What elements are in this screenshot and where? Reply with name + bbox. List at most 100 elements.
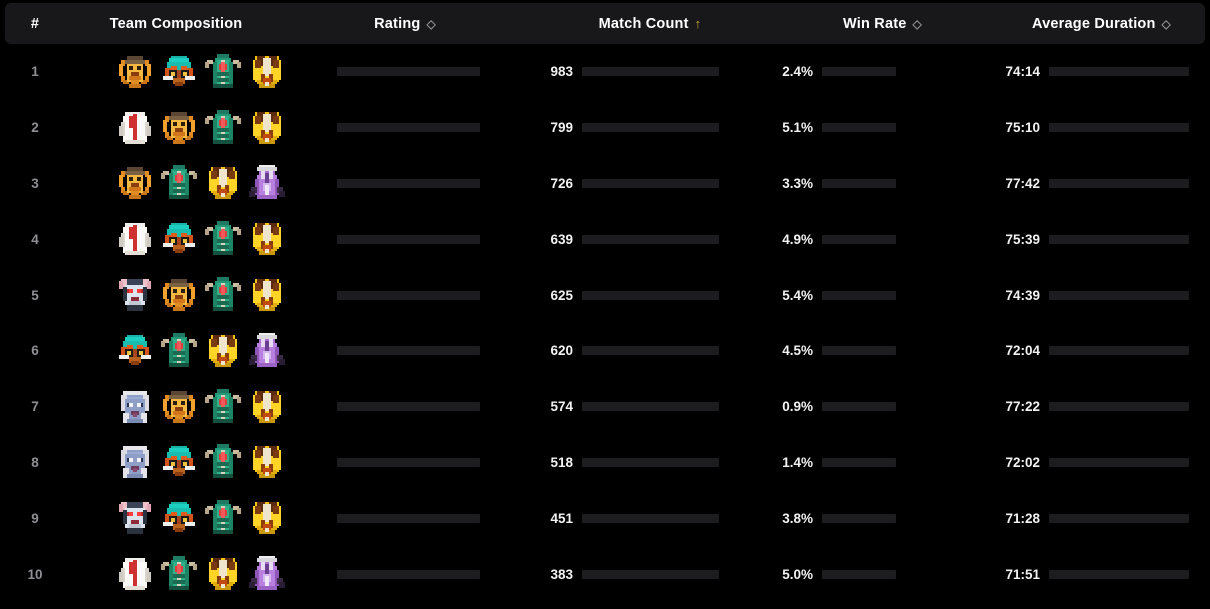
table-row[interactable]: 103835.0%71:51 <box>5 546 1205 602</box>
orc-warlord-icon[interactable] <box>161 277 197 313</box>
team-composition-cell <box>65 221 287 257</box>
column-header-rating[interactable]: Rating ◇ <box>287 16 523 32</box>
match-count-cell: 620 <box>523 343 759 358</box>
blue-ranger-icon[interactable] <box>117 444 153 480</box>
column-header-average-duration[interactable]: Average Duration ◇ <box>990 16 1205 32</box>
win-rate-cell: 5.4% <box>759 288 990 303</box>
pale-demon-icon[interactable] <box>117 500 153 536</box>
gold-crest-banner-icon[interactable] <box>249 444 285 480</box>
pale-demon-icon[interactable] <box>117 277 153 313</box>
purple-sorcerer-icon[interactable] <box>249 333 285 369</box>
average-duration-bar-track <box>1049 458 1189 467</box>
rating-bar-track <box>337 514 480 523</box>
gold-crest-banner-icon[interactable] <box>205 165 241 201</box>
team-composition-cell <box>65 389 287 425</box>
average-duration-value: 75:10 <box>998 120 1040 135</box>
orc-warlord-icon[interactable] <box>161 110 197 146</box>
teal-horned-sentinel-icon[interactable] <box>205 444 241 480</box>
team-composition-cell <box>65 110 287 146</box>
win-rate-value: 3.8% <box>775 511 813 526</box>
orc-warlord-icon[interactable] <box>161 389 197 425</box>
purple-sorcerer-icon[interactable] <box>249 165 285 201</box>
teal-horned-sentinel-icon[interactable] <box>205 389 241 425</box>
goggle-tinker-icon[interactable] <box>117 333 153 369</box>
win-rate-value: 2.4% <box>775 64 813 79</box>
table-row[interactable]: 19832.4%74:14 <box>5 44 1205 100</box>
teal-horned-sentinel-icon[interactable] <box>161 556 197 592</box>
win-rate-bar-track <box>822 458 896 467</box>
purple-sorcerer-icon[interactable] <box>249 556 285 592</box>
table-row[interactable]: 66204.5%72:04 <box>5 323 1205 379</box>
match-count-cell: 574 <box>523 399 759 414</box>
column-header-win-rate[interactable]: Win Rate ◇ <box>759 16 990 32</box>
table-row[interactable]: 46394.9%75:39 <box>5 211 1205 267</box>
goggle-tinker-icon[interactable] <box>161 444 197 480</box>
average-duration-cell: 75:39 <box>990 232 1205 247</box>
white-hooded-monk-icon[interactable] <box>117 110 153 146</box>
rating-cell <box>287 123 523 132</box>
rating-cell <box>287 67 523 76</box>
white-hooded-monk-icon[interactable] <box>117 221 153 257</box>
match-count-bar-track <box>582 402 719 411</box>
white-hooded-monk-icon[interactable] <box>117 556 153 592</box>
rating-cell <box>287 179 523 188</box>
average-duration-value: 72:04 <box>998 343 1040 358</box>
average-duration-value: 77:42 <box>998 176 1040 191</box>
match-count-bar-track <box>582 67 719 76</box>
teal-horned-sentinel-icon[interactable] <box>205 277 241 313</box>
sort-arrow-up-icon[interactable]: ↑ <box>695 17 702 30</box>
teal-horned-sentinel-icon[interactable] <box>205 221 241 257</box>
goggle-tinker-icon[interactable] <box>161 500 197 536</box>
table-row[interactable]: 56255.4%74:39 <box>5 267 1205 323</box>
orc-warlord-icon[interactable] <box>117 165 153 201</box>
sort-diamond-icon[interactable]: ◇ <box>426 18 435 30</box>
orc-warlord-icon[interactable] <box>117 54 153 90</box>
average-duration-cell: 74:14 <box>990 64 1205 79</box>
row-rank: 8 <box>5 455 65 470</box>
sort-diamond-icon[interactable]: ◇ <box>1162 18 1171 30</box>
match-count-value: 518 <box>541 455 573 470</box>
gold-crest-banner-icon[interactable] <box>249 110 285 146</box>
win-rate-value: 0.9% <box>775 399 813 414</box>
win-rate-bar-track <box>822 570 896 579</box>
gold-crest-banner-icon[interactable] <box>205 556 241 592</box>
gold-crest-banner-icon[interactable] <box>249 221 285 257</box>
teal-horned-sentinel-icon[interactable] <box>205 110 241 146</box>
gold-crest-banner-icon[interactable] <box>249 277 285 313</box>
gold-crest-banner-icon[interactable] <box>249 500 285 536</box>
win-rate-cell: 5.1% <box>759 120 990 135</box>
row-rank: 1 <box>5 64 65 79</box>
gold-crest-banner-icon[interactable] <box>249 389 285 425</box>
blue-ranger-icon[interactable] <box>117 389 153 425</box>
sort-diamond-icon[interactable]: ◇ <box>913 18 922 30</box>
match-count-value: 799 <box>541 120 573 135</box>
goggle-tinker-icon[interactable] <box>161 54 197 90</box>
match-count-bar-track <box>582 458 719 467</box>
teal-horned-sentinel-icon[interactable] <box>161 165 197 201</box>
column-header-match-count-label: Match Count <box>599 16 689 32</box>
table-row[interactable]: 85181.4%72:02 <box>5 435 1205 491</box>
rating-bar-track <box>337 402 480 411</box>
win-rate-value: 5.4% <box>775 288 813 303</box>
teal-horned-sentinel-icon[interactable] <box>161 333 197 369</box>
rating-cell <box>287 235 523 244</box>
teal-horned-sentinel-icon[interactable] <box>205 54 241 90</box>
table-row[interactable]: 37263.3%77:42 <box>5 156 1205 212</box>
column-header-average-duration-label: Average Duration <box>1032 16 1156 32</box>
match-count-cell: 451 <box>523 511 759 526</box>
table-row[interactable]: 75740.9%77:22 <box>5 379 1205 435</box>
teal-horned-sentinel-icon[interactable] <box>205 500 241 536</box>
team-composition-cell <box>65 333 287 369</box>
gold-crest-banner-icon[interactable] <box>205 333 241 369</box>
column-header-match-count[interactable]: Match Count ↑ <box>523 16 759 32</box>
win-rate-value: 1.4% <box>775 455 813 470</box>
goggle-tinker-icon[interactable] <box>161 221 197 257</box>
win-rate-value: 4.9% <box>775 232 813 247</box>
match-count-value: 574 <box>541 399 573 414</box>
average-duration-cell: 74:39 <box>990 288 1205 303</box>
win-rate-cell: 4.5% <box>759 343 990 358</box>
table-row[interactable]: 27995.1%75:10 <box>5 100 1205 156</box>
gold-crest-banner-icon[interactable] <box>249 54 285 90</box>
win-rate-bar-track <box>822 179 896 188</box>
table-row[interactable]: 94513.8%71:28 <box>5 490 1205 546</box>
